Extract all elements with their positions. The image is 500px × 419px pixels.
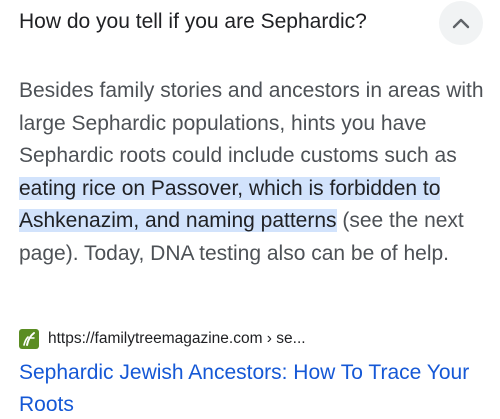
result-title-link[interactable]: Sephardic Jewish Ancestors: How To Trace… (19, 357, 494, 419)
question-title[interactable]: How do you tell if you are Sephardic? (19, 7, 367, 37)
source-attribution[interactable]: https://familytreemagazine.com › se... (19, 326, 306, 352)
featured-snippet-card: How do you tell if you are Sephardic? Be… (0, 0, 500, 419)
familytreemagazine-favicon-icon (19, 329, 39, 349)
answer-text-start: Besides family stories and ancestors in … (19, 79, 484, 167)
chevron-up-icon (452, 17, 470, 29)
question-header[interactable]: How do you tell if you are Sephardic? (0, 0, 500, 48)
answer-text: Besides family stories and ancestors in … (19, 75, 489, 270)
collapse-button[interactable] (439, 1, 483, 45)
source-url[interactable]: https://familytreemagazine.com › se... (48, 330, 306, 348)
